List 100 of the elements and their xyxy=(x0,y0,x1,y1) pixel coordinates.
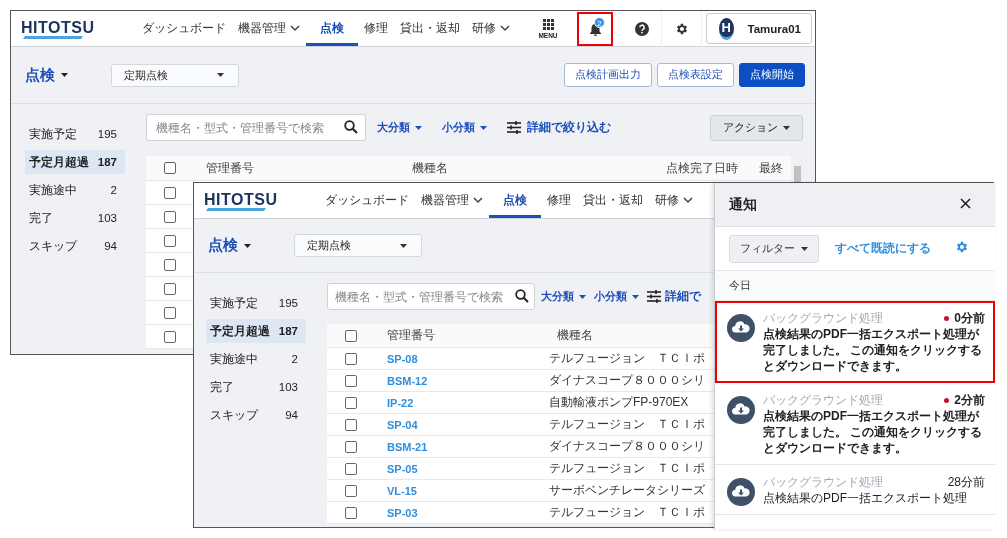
chevron-down-icon xyxy=(683,197,693,204)
status-filter-item[interactable]: 実施予定 195 xyxy=(206,291,306,315)
status-filter-item[interactable]: 実施途中 2 xyxy=(206,347,306,371)
status-count: 94 xyxy=(285,409,298,421)
notification-time: 2分前 xyxy=(954,391,985,409)
status-label: スキップ xyxy=(210,407,258,423)
checkbox[interactable] xyxy=(345,506,357,519)
filter-button[interactable]: フィルター xyxy=(729,234,819,263)
type-select[interactable]: 定期点検 xyxy=(294,234,422,257)
nav-tab[interactable]: 貸出・返却 xyxy=(577,183,649,218)
type-select[interactable]: 定期点検 xyxy=(111,63,239,87)
detail-filter-button[interactable]: 詳細で絞り込む xyxy=(507,119,611,136)
nav-tab[interactable]: 研修 xyxy=(649,183,699,218)
caret-down-icon xyxy=(244,243,251,248)
nav-tab[interactable]: 点検 xyxy=(489,183,541,218)
search-field[interactable]: 機種名・型式・管理番号で検索 xyxy=(146,114,366,141)
page-title-dropdown[interactable]: 点検 xyxy=(208,236,294,255)
category-filter-button[interactable]: 大分類 xyxy=(377,120,422,135)
action-button[interactable]: 点検表設定 xyxy=(657,63,734,87)
checkbox[interactable] xyxy=(164,210,176,223)
checkbox[interactable] xyxy=(345,374,357,387)
checkbox[interactable] xyxy=(164,186,176,199)
nav-tab[interactable]: 機器管理 xyxy=(232,11,306,46)
scrollbar[interactable] xyxy=(791,156,803,182)
category-filter-button[interactable]: 小分類 xyxy=(442,120,487,135)
search-field[interactable]: 機種名・型式・管理番号で検索 xyxy=(327,283,535,310)
cloud-download-icon xyxy=(727,396,755,424)
checkbox[interactable] xyxy=(164,306,176,319)
checkbox[interactable] xyxy=(164,282,176,295)
notification-time: 0分前 xyxy=(954,309,985,327)
page-title-dropdown[interactable]: 点検 xyxy=(25,65,111,85)
notification-item[interactable]: バックグラウンド処理 2分前 点検結果のPDF一括エクスポート処理が完了しました。 この通知をクリックするとダウンロードできます。 xyxy=(715,383,995,465)
status-filter-item[interactable]: 完了 103 xyxy=(25,206,125,230)
status-filter-item[interactable]: 予定月超過 187 xyxy=(25,150,125,174)
chevron-down-icon xyxy=(473,197,483,204)
notification-item[interactable]: バックグラウンド処理 0分前 点検結果のPDF一括エクスポート処理が完了しました。 この通知をクリックするとダウンロードできます。 xyxy=(715,301,995,383)
cloud-download-icon xyxy=(727,478,755,506)
help-icon xyxy=(634,21,649,36)
status-filter-item[interactable]: スキップ 94 xyxy=(206,403,306,427)
category-filter-button[interactable]: 小分類 xyxy=(594,289,639,304)
mark-all-read-link[interactable]: すべて既読にする xyxy=(835,241,931,256)
logo[interactable]: HITOTSU xyxy=(21,11,103,46)
nav-tab[interactable]: 修理 xyxy=(541,183,577,218)
caret-down-icon xyxy=(632,294,639,299)
checkbox[interactable] xyxy=(164,330,176,343)
checkbox[interactable] xyxy=(345,352,357,365)
status-filter-item[interactable]: 実施予定 195 xyxy=(25,122,125,146)
status-label: 実施途中 xyxy=(29,182,77,198)
status-count: 195 xyxy=(97,128,117,140)
status-label: 完了 xyxy=(210,379,234,395)
unread-dot xyxy=(944,315,950,321)
notification-category: バックグラウンド処理 xyxy=(763,310,883,326)
chevron-down-icon xyxy=(290,25,300,32)
status-filter-item[interactable]: スキップ 94 xyxy=(25,234,125,258)
checkbox[interactable] xyxy=(164,258,176,271)
nav-tab[interactable]: 研修 xyxy=(466,11,516,46)
checkbox[interactable] xyxy=(345,484,357,497)
status-label: スキップ xyxy=(29,238,77,254)
nav-tab[interactable]: 点検 xyxy=(306,11,358,46)
caret-down-icon xyxy=(61,73,68,77)
checkbox[interactable] xyxy=(164,234,176,247)
settings-icon xyxy=(955,240,969,254)
status-filter-item[interactable]: 完了 103 xyxy=(206,375,306,399)
caret-down-icon xyxy=(579,294,586,299)
status-label: 実施予定 xyxy=(210,295,258,311)
action-menu-button[interactable]: アクション xyxy=(710,114,803,141)
caret-down-icon xyxy=(783,125,790,130)
detail-filter-button[interactable]: 詳細で xyxy=(647,288,701,305)
notification-item[interactable]: バックグラウンド処理 28分前 点検結果のPDF一括エクスポート処理 xyxy=(715,465,995,515)
status-count: 103 xyxy=(97,212,117,224)
status-filter-item[interactable]: 予定月超過 187 xyxy=(206,319,306,343)
nav-tab[interactable]: 機器管理 xyxy=(415,183,489,218)
column-header: 点検完了日時 xyxy=(665,159,740,177)
avatar: H xyxy=(719,17,734,40)
nav-tab[interactable]: ダッシュボード xyxy=(136,11,232,46)
column-header: 最終 xyxy=(758,159,785,177)
checkbox[interactable] xyxy=(163,162,176,174)
chevron-down-icon xyxy=(500,25,510,32)
logo[interactable]: HITOTSU xyxy=(204,183,286,218)
action-button[interactable]: 点検計画出力 xyxy=(564,63,652,87)
status-count: 195 xyxy=(278,297,298,309)
checkbox[interactable] xyxy=(345,462,357,475)
notification-category: バックグラウンド処理 xyxy=(763,474,883,490)
checkbox[interactable] xyxy=(345,396,357,409)
status-filter-item[interactable]: 実施途中 2 xyxy=(25,178,125,202)
checkbox[interactable] xyxy=(345,418,357,431)
table-cell-text: ダイナスコープ８０００シリ xyxy=(548,438,706,455)
checkbox[interactable] xyxy=(345,329,357,342)
column-header: 機種名 xyxy=(556,327,594,344)
category-filter-button[interactable]: 大分類 xyxy=(541,289,586,304)
table-cell-text: テルフュージョン ＴＣＩポ xyxy=(548,460,706,477)
checkbox[interactable] xyxy=(345,440,357,453)
nav-tab[interactable]: ダッシュボード xyxy=(319,183,415,218)
user-menu-button[interactable]: H Tamura01 xyxy=(706,13,812,44)
nav-tab[interactable]: 修理 xyxy=(358,11,394,46)
notification-message: 点検結果のPDF一括エクスポート処理が完了しました。 この通知をクリックするとダウンロードできます。 xyxy=(763,326,984,374)
action-button[interactable]: 点検開始 xyxy=(739,63,805,87)
search-icon xyxy=(344,120,358,134)
nav-tab[interactable]: 貸出・返却 xyxy=(394,11,466,46)
section-heading: 今日 xyxy=(715,271,995,301)
